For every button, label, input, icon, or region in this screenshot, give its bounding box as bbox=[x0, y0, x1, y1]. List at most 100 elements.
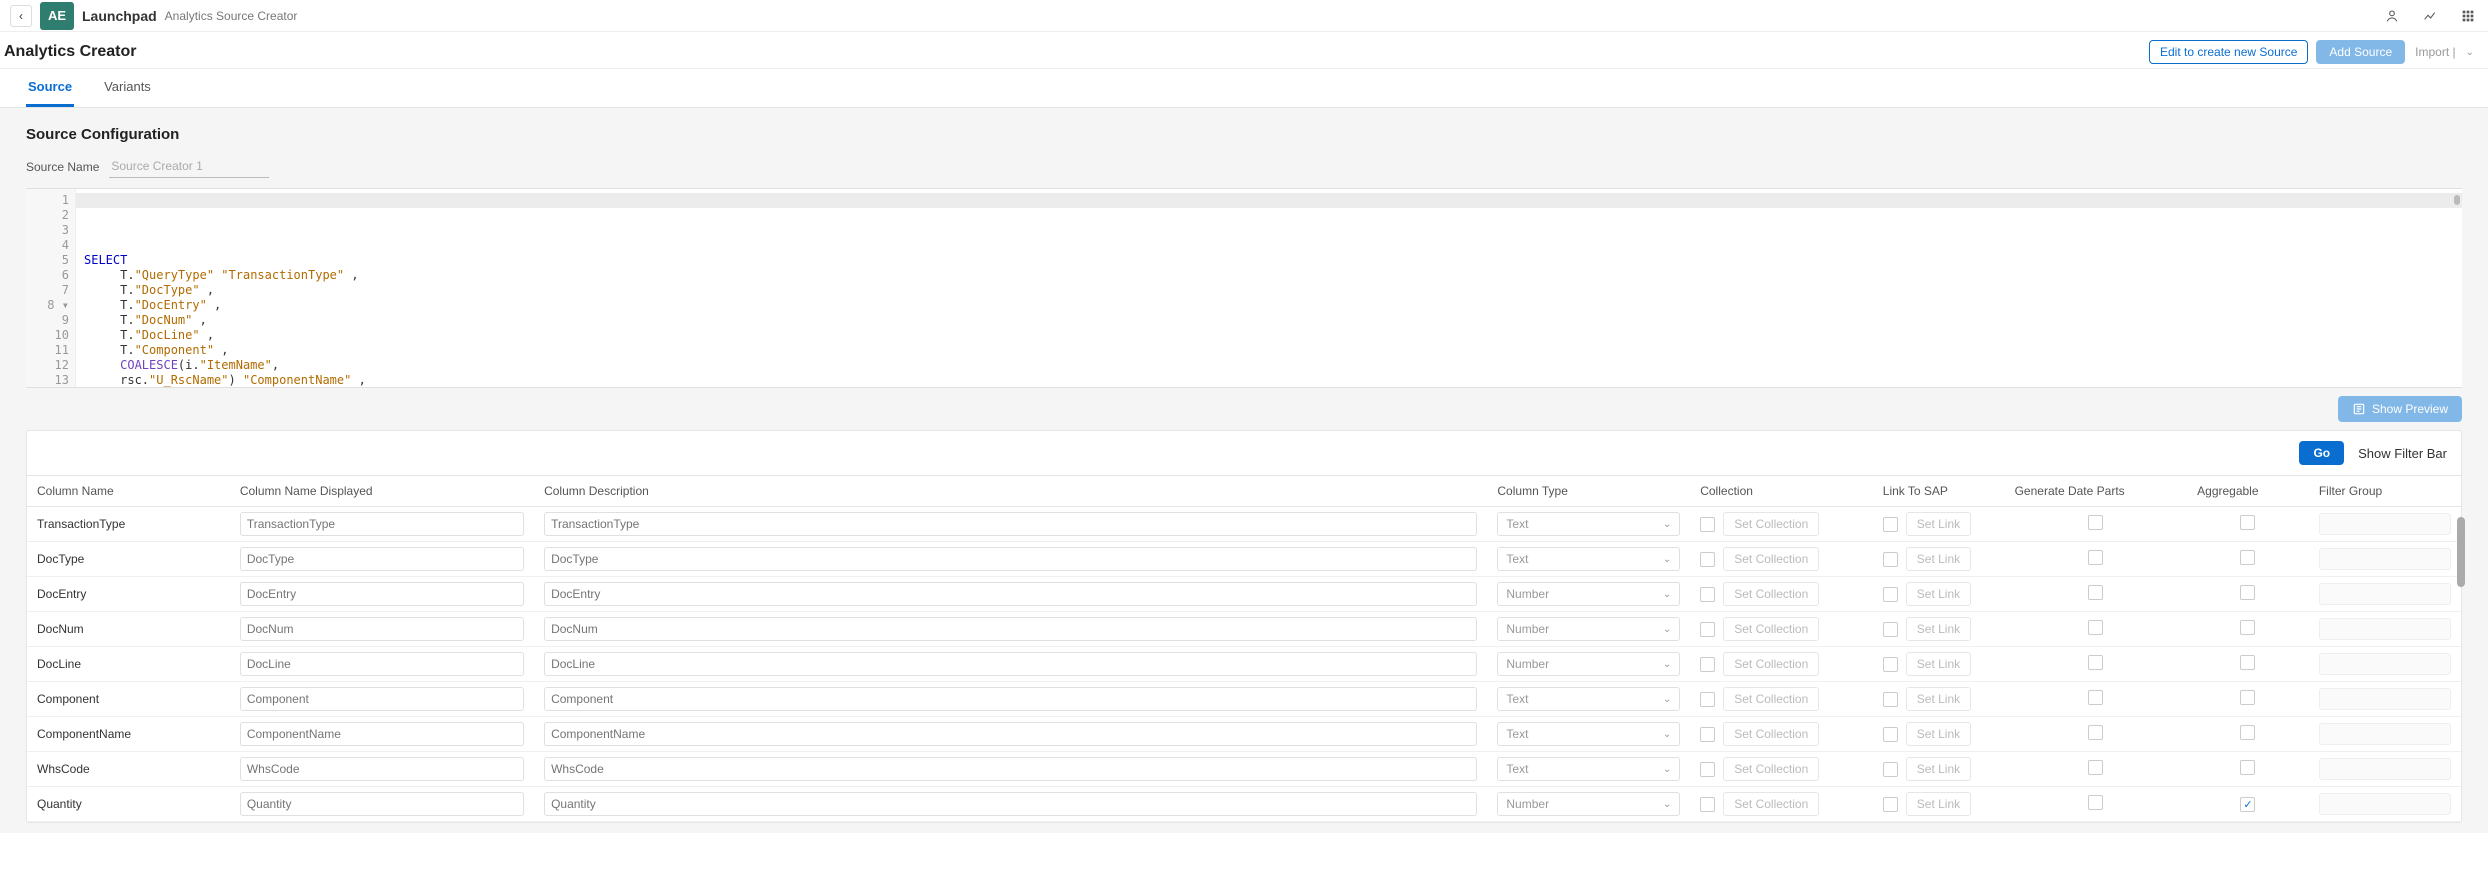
th-filter-group[interactable]: Filter Group bbox=[2309, 476, 2461, 507]
collection-checkbox[interactable] bbox=[1700, 552, 1715, 567]
aggregable-checkbox[interactable] bbox=[2240, 515, 2255, 530]
show-filter-bar-link[interactable]: Show Filter Bar bbox=[2358, 446, 2447, 461]
column-type-select[interactable]: Number⌄ bbox=[1497, 792, 1680, 816]
column-type-select[interactable]: Text⌄ bbox=[1497, 722, 1680, 746]
set-link-button[interactable]: Set Link bbox=[1906, 547, 1971, 571]
gen-date-checkbox[interactable] bbox=[2088, 655, 2103, 670]
column-displayed-input[interactable] bbox=[240, 617, 524, 641]
filter-group-input[interactable] bbox=[2319, 618, 2451, 640]
column-description-input[interactable] bbox=[544, 792, 1477, 816]
column-description-input[interactable] bbox=[544, 722, 1477, 746]
column-displayed-input[interactable] bbox=[240, 722, 524, 746]
set-collection-button[interactable]: Set Collection bbox=[1723, 582, 1819, 606]
import-dropdown-icon[interactable]: ⌄ bbox=[2466, 47, 2474, 58]
column-displayed-input[interactable] bbox=[240, 757, 524, 781]
gen-date-checkbox[interactable] bbox=[2088, 760, 2103, 775]
add-source-button[interactable]: Add Source bbox=[2316, 40, 2405, 64]
column-description-input[interactable] bbox=[544, 547, 1477, 571]
aggregable-checkbox[interactable] bbox=[2240, 655, 2255, 670]
collection-checkbox[interactable] bbox=[1700, 587, 1715, 602]
th-gen-date[interactable]: Generate Date Parts bbox=[2005, 476, 2188, 507]
link-sap-checkbox[interactable] bbox=[1883, 622, 1898, 637]
collection-checkbox[interactable] bbox=[1700, 692, 1715, 707]
column-type-select[interactable]: Text⌄ bbox=[1497, 757, 1680, 781]
th-column-description[interactable]: Column Description bbox=[534, 476, 1487, 507]
set-collection-button[interactable]: Set Collection bbox=[1723, 687, 1819, 711]
set-collection-button[interactable]: Set Collection bbox=[1723, 792, 1819, 816]
fold-icon[interactable]: ▾ bbox=[62, 298, 69, 312]
aggregable-checkbox[interactable] bbox=[2240, 550, 2255, 565]
collection-checkbox[interactable] bbox=[1700, 797, 1715, 812]
link-sap-checkbox[interactable] bbox=[1883, 552, 1898, 567]
source-name-input[interactable] bbox=[109, 155, 269, 178]
go-button[interactable]: Go bbox=[2299, 441, 2344, 465]
aggregable-checkbox[interactable] bbox=[2240, 760, 2255, 775]
link-sap-checkbox[interactable] bbox=[1883, 797, 1898, 812]
aggregable-checkbox[interactable] bbox=[2240, 620, 2255, 635]
collection-checkbox[interactable] bbox=[1700, 762, 1715, 777]
edit-source-button[interactable]: Edit to create new Source bbox=[2149, 40, 2308, 64]
set-link-button[interactable]: Set Link bbox=[1906, 687, 1971, 711]
column-description-input[interactable] bbox=[544, 687, 1477, 711]
link-sap-checkbox[interactable] bbox=[1883, 692, 1898, 707]
set-link-button[interactable]: Set Link bbox=[1906, 722, 1971, 746]
editor-scroll-indicator[interactable] bbox=[2454, 195, 2460, 205]
th-aggregable[interactable]: Aggregable bbox=[2187, 476, 2309, 507]
filter-group-input[interactable] bbox=[2319, 793, 2451, 815]
set-link-button[interactable]: Set Link bbox=[1906, 617, 1971, 641]
collection-checkbox[interactable] bbox=[1700, 727, 1715, 742]
column-type-select[interactable]: Text⌄ bbox=[1497, 687, 1680, 711]
sql-editor[interactable]: 1 2 3 4 5 6 7 8 ▾ 9 10 11 12 13 14 SELEC… bbox=[26, 188, 2462, 388]
link-sap-checkbox[interactable] bbox=[1883, 587, 1898, 602]
column-description-input[interactable] bbox=[544, 652, 1477, 676]
set-link-button[interactable]: Set Link bbox=[1906, 582, 1971, 606]
gen-date-checkbox[interactable] bbox=[2088, 585, 2103, 600]
th-collection[interactable]: Collection bbox=[1690, 476, 1873, 507]
column-description-input[interactable] bbox=[544, 582, 1477, 606]
aggregable-checkbox[interactable] bbox=[2240, 725, 2255, 740]
set-link-button[interactable]: Set Link bbox=[1906, 757, 1971, 781]
link-sap-checkbox[interactable] bbox=[1883, 762, 1898, 777]
set-collection-button[interactable]: Set Collection bbox=[1723, 757, 1819, 781]
filter-group-input[interactable] bbox=[2319, 513, 2451, 535]
analytics-icon[interactable] bbox=[2420, 6, 2440, 26]
column-displayed-input[interactable] bbox=[240, 652, 524, 676]
filter-group-input[interactable] bbox=[2319, 723, 2451, 745]
th-column-name[interactable]: Column Name bbox=[27, 476, 230, 507]
tab-source[interactable]: Source bbox=[26, 69, 74, 107]
filter-group-input[interactable] bbox=[2319, 548, 2451, 570]
th-column-displayed[interactable]: Column Name Displayed bbox=[230, 476, 534, 507]
column-type-select[interactable]: Number⌄ bbox=[1497, 582, 1680, 606]
gen-date-checkbox[interactable] bbox=[2088, 725, 2103, 740]
collection-checkbox[interactable] bbox=[1700, 517, 1715, 532]
tab-variants[interactable]: Variants bbox=[102, 69, 153, 107]
set-collection-button[interactable]: Set Collection bbox=[1723, 547, 1819, 571]
gen-date-checkbox[interactable] bbox=[2088, 550, 2103, 565]
set-collection-button[interactable]: Set Collection bbox=[1723, 617, 1819, 641]
collection-checkbox[interactable] bbox=[1700, 657, 1715, 672]
column-type-select[interactable]: Text⌄ bbox=[1497, 512, 1680, 536]
collection-checkbox[interactable] bbox=[1700, 622, 1715, 637]
column-description-input[interactable] bbox=[544, 757, 1477, 781]
column-type-select[interactable]: Number⌄ bbox=[1497, 617, 1680, 641]
link-sap-checkbox[interactable] bbox=[1883, 727, 1898, 742]
show-preview-button[interactable]: Show Preview bbox=[2338, 396, 2462, 422]
th-column-type[interactable]: Column Type bbox=[1487, 476, 1690, 507]
editor-content[interactable]: SELECT T."QueryType" "TransactionType" ,… bbox=[76, 189, 2462, 387]
filter-group-input[interactable] bbox=[2319, 758, 2451, 780]
filter-group-input[interactable] bbox=[2319, 653, 2451, 675]
back-button[interactable]: ‹ bbox=[10, 5, 32, 27]
set-collection-button[interactable]: Set Collection bbox=[1723, 512, 1819, 536]
th-link-sap[interactable]: Link To SAP bbox=[1873, 476, 2005, 507]
column-type-select[interactable]: Text⌄ bbox=[1497, 547, 1680, 571]
set-link-button[interactable]: Set Link bbox=[1906, 792, 1971, 816]
column-displayed-input[interactable] bbox=[240, 582, 524, 606]
column-displayed-input[interactable] bbox=[240, 687, 524, 711]
column-description-input[interactable] bbox=[544, 512, 1477, 536]
user-icon[interactable] bbox=[2382, 6, 2402, 26]
column-type-select[interactable]: Number⌄ bbox=[1497, 652, 1680, 676]
table-scrollbar-thumb[interactable] bbox=[2457, 517, 2465, 587]
import-link[interactable]: Import | bbox=[2413, 45, 2457, 59]
gen-date-checkbox[interactable] bbox=[2088, 690, 2103, 705]
link-sap-checkbox[interactable] bbox=[1883, 517, 1898, 532]
